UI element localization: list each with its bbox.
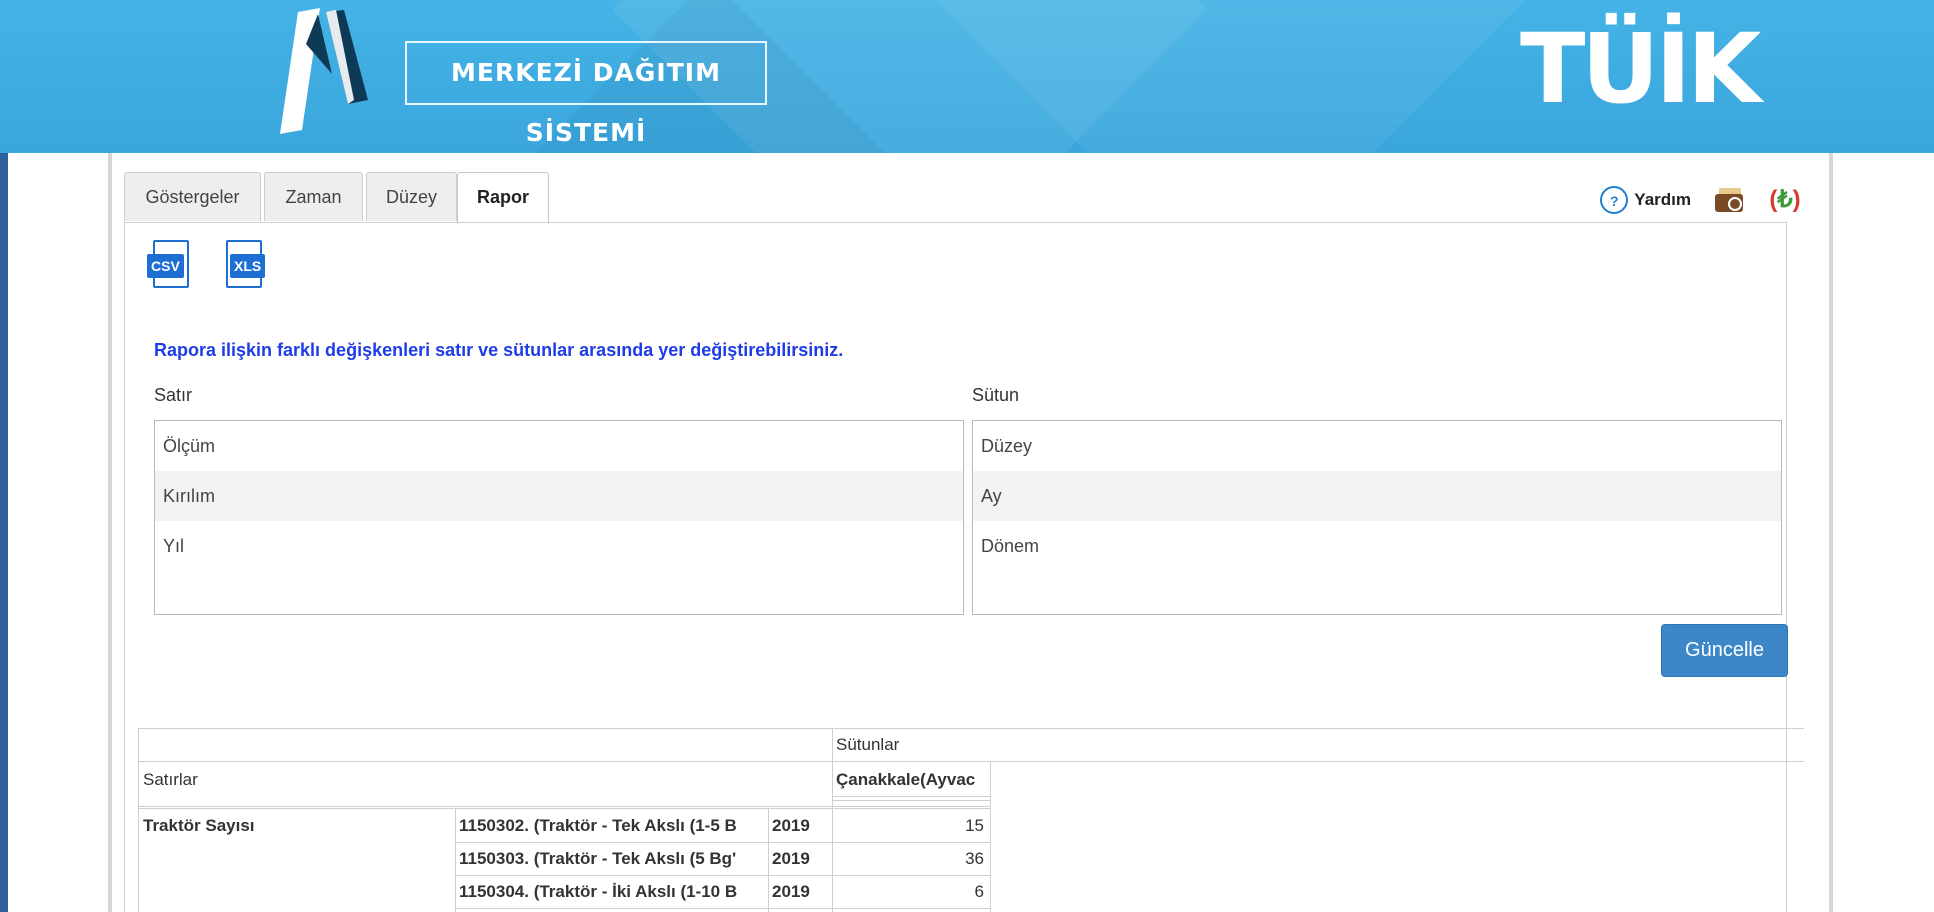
column-item-donem[interactable]: Dönem	[973, 521, 1781, 571]
xls-badge: XLS	[230, 254, 266, 278]
year-cell: 2019	[772, 882, 810, 901]
rows-header: Satırlar	[143, 770, 198, 789]
app-header: MERKEZİ DAĞITIM SİSTEMİ TÜİK	[0, 0, 1934, 153]
year-cell: 2019	[772, 816, 810, 835]
row-item-kirilim[interactable]: Kırılım	[155, 471, 963, 521]
column-label: Sütun	[972, 385, 1020, 405]
tab-gostergeler[interactable]: Göstergeler	[124, 172, 261, 221]
help-link[interactable]: Yardım	[1634, 190, 1691, 210]
measure-cell: Traktör Sayısı	[143, 816, 255, 835]
breakdown-cell: 1150303. (Traktör - Tek Akslı (5 Bg'	[459, 849, 737, 868]
csv-badge: CSV	[147, 254, 184, 278]
tab-rapor[interactable]: Rapor	[457, 172, 549, 224]
value-cell: 6	[974, 882, 984, 901]
tab-duzey[interactable]: Düzey	[366, 172, 457, 221]
column-item-ay[interactable]: Ay	[973, 471, 1781, 521]
report-table: Sütunlar Satırlar Çanakkale(Ayvac Traktö…	[138, 728, 1804, 912]
tab-zaman[interactable]: Zaman	[264, 172, 363, 221]
lira-icon[interactable]: (₺)	[1769, 184, 1801, 216]
help-bubble-icon[interactable]: ?	[1600, 186, 1629, 214]
breakdown-cell: 1150304. (Traktör - İki Akslı (1-10 B	[459, 882, 738, 901]
tab-divider	[124, 222, 1787, 223]
columns-header: Sütunlar	[836, 735, 900, 754]
csv-export-icon[interactable]: CSV	[147, 240, 193, 290]
year-cell: 2019	[772, 849, 810, 868]
toolbar-right: ? Yardım (₺)	[1600, 185, 1801, 215]
update-button[interactable]: Güncelle	[1661, 624, 1788, 677]
mds-logo-icon	[280, 8, 368, 134]
tuik-logo: TÜİK	[1520, 13, 1762, 125]
row-item-olcum[interactable]: Ölçüm	[155, 421, 963, 471]
brand-title: MERKEZİ DAĞITIM SİSTEMİ	[405, 41, 767, 147]
row-item-yil[interactable]: Yıl	[155, 521, 963, 571]
column-header-cell: Çanakkale(Ayvac	[836, 770, 976, 789]
breakdown-cell: 1150302. (Traktör - Tek Akslı (1-5 B	[459, 816, 737, 835]
value-cell: 15	[965, 816, 984, 835]
xls-export-icon[interactable]: XLS	[220, 240, 266, 290]
wallet-search-icon[interactable]	[1713, 186, 1747, 214]
value-cell: 36	[965, 849, 984, 868]
row-list[interactable]: Ölçüm Kırılım Yıl	[154, 420, 964, 615]
row-label: Satır	[154, 385, 193, 405]
pivot-info-text: Rapora ilişkin farklı değişkenleri satır…	[154, 340, 844, 360]
column-list[interactable]: Düzey Ay Dönem	[972, 420, 1782, 615]
column-item-duzey[interactable]: Düzey	[973, 421, 1781, 471]
